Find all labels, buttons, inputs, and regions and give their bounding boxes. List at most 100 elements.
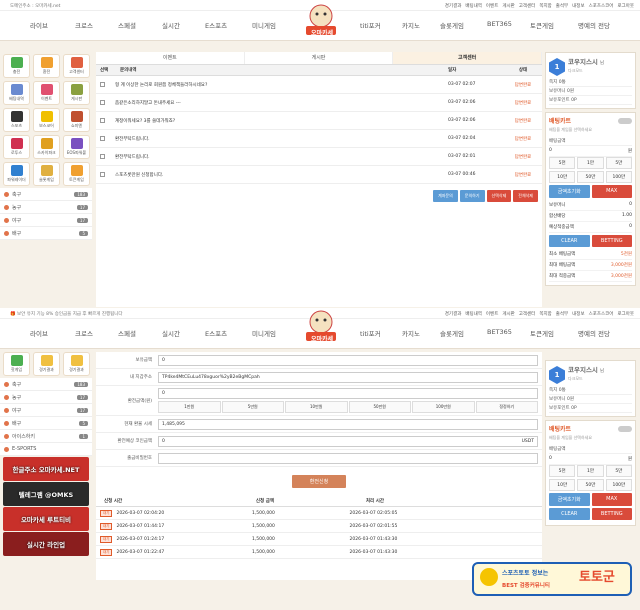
grid-item-9[interactable]: 로투스	[3, 135, 30, 159]
top-link[interactable]: 쪽지함	[539, 3, 551, 9]
sport-item[interactable]: 배구 5	[0, 417, 92, 430]
tab-1[interactable]: 게시판	[245, 52, 394, 64]
nav-item[interactable]: 카지노	[402, 20, 420, 30]
row-checkbox[interactable]	[100, 136, 105, 141]
clear-button[interactable]: CLEAR	[549, 508, 590, 520]
quick-amount-button[interactable]: 1만	[577, 157, 604, 169]
sport-item[interactable]: 야구 17	[0, 404, 92, 417]
row-checkbox[interactable]	[100, 118, 105, 123]
top-link[interactable]: 경기결과	[445, 3, 462, 9]
grid-item-11[interactable]: EOS파워볼	[63, 135, 90, 159]
top-link[interactable]: 쪽지함	[539, 311, 551, 317]
form-input[interactable]: 0 USDT	[158, 435, 538, 447]
top-link[interactable]: 경기결과	[445, 311, 462, 317]
top-link[interactable]: 배팅내역	[465, 311, 482, 317]
quick-amount-button[interactable]: 5만	[605, 465, 632, 477]
top-link[interactable]: 내정보	[572, 311, 584, 317]
sport-item[interactable]: 축구 183	[0, 188, 92, 201]
grid-item-6[interactable]: 스포츠	[3, 108, 30, 132]
row-checkbox[interactable]	[100, 154, 105, 159]
form-input[interactable]: TP4ke4MtCEuLu478xguor%2yB2eBgMCpah	[158, 371, 538, 383]
form-input[interactable]	[158, 452, 538, 464]
clear-button[interactable]: CLEAR	[549, 235, 590, 247]
nav-item[interactable]: 크로스	[75, 328, 93, 338]
sport-item[interactable]: E-SPORTS	[0, 443, 92, 456]
nav-item[interactable]: 스페셜	[118, 328, 136, 338]
row-checkbox[interactable]	[100, 100, 105, 105]
top-link[interactable]: 고객센터	[519, 3, 536, 9]
slip-toggle[interactable]	[618, 117, 632, 124]
nav-item[interactable]: 토큰게임	[530, 328, 554, 338]
row-checkbox[interactable]	[100, 172, 105, 177]
withdraw-quick-button[interactable]: 50만원	[348, 401, 411, 413]
grid-item-3[interactable]: 배팅내역	[3, 81, 30, 105]
user-notes[interactable]: 쪽지 0통	[549, 386, 632, 395]
grid-item-7[interactable]: 보스코어	[33, 108, 60, 132]
board-button-2[interactable]: 선택삭제	[486, 190, 512, 202]
row-title[interactable]: 환전부탁드립니다.	[115, 154, 448, 160]
user-point[interactable]: 보유포인트 0P	[549, 96, 632, 105]
quick-amount-button[interactable]: 5천	[549, 465, 576, 477]
top-link[interactable]: 스포츠스코어	[589, 3, 614, 9]
sport-item[interactable]: 배구 5	[0, 227, 92, 240]
grid-item-8[interactable]: 쇼미엔	[63, 108, 90, 132]
banner-3[interactable]: 실시간 라인업	[3, 532, 89, 556]
grid-item-12[interactable]: 파워레이더	[3, 162, 30, 186]
board-button-0[interactable]: 계좌문의	[433, 190, 458, 202]
reset-button[interactable]: 금액초기화	[549, 493, 590, 506]
sport-item[interactable]: 축구 183	[0, 378, 92, 391]
sport-item[interactable]: 야구 17	[0, 214, 92, 227]
nav-item[interactable]: E스포츠	[205, 328, 227, 338]
top-link[interactable]: 게시판	[502, 3, 514, 9]
top-link[interactable]: 이벤트	[486, 3, 498, 9]
nav-item[interactable]: 미니게임	[252, 328, 276, 338]
grid-item-result-2[interactable]: 경기결과	[63, 352, 90, 376]
nav-item[interactable]: titi포커	[360, 20, 381, 30]
grid-item-result[interactable]: 경기결과	[33, 352, 60, 376]
slip-toggle[interactable]	[618, 425, 632, 432]
logo-2[interactable]: 오마카세	[298, 306, 344, 343]
quick-amount-button[interactable]: 5천	[549, 157, 576, 169]
nav-item[interactable]: titi포커	[360, 328, 381, 338]
form-input[interactable]: 0	[158, 388, 538, 399]
betting-button[interactable]: BETTING	[591, 235, 632, 247]
quick-amount-button[interactable]: 10만	[549, 171, 576, 183]
withdraw-submit-button[interactable]: 환전신청	[291, 475, 347, 488]
top-link[interactable]: 스포츠스코어	[589, 311, 614, 317]
withdraw-quick-button[interactable]: 1만원	[158, 401, 221, 413]
board-row[interactable]: 환전부탁드립니다. 03-07 02:01 답변완료	[96, 148, 542, 166]
tab-2[interactable]: 고객센터	[393, 52, 543, 64]
banner-1[interactable]: 텔레그램 @OMKS	[3, 482, 89, 506]
row-title[interactable]: 계정이뭐세요? 3를 쓸데가뭐죠?	[115, 118, 448, 124]
nav-item[interactable]: 카지노	[402, 328, 420, 338]
nav-item[interactable]: 미니게임	[252, 20, 276, 30]
nav-item[interactable]: 명예의 전당	[578, 20, 610, 30]
board-button-3[interactable]: 전체삭제	[513, 190, 538, 202]
top-link[interactable]: 로그아웃	[617, 311, 634, 317]
sport-item[interactable]: 농구 17	[0, 391, 92, 404]
withdraw-quick-button[interactable]: 정정하기	[475, 401, 538, 413]
grid-item-10[interactable]: 스카이파크	[33, 135, 60, 159]
grid-item-1[interactable]: 환전	[33, 54, 60, 78]
quick-amount-button[interactable]: 100만	[605, 479, 632, 491]
grid-item-minigame[interactable]: 핫게임	[3, 352, 30, 376]
withdraw-quick-button[interactable]: 5만원	[221, 401, 284, 413]
sport-item[interactable]: 아이스하키 1	[0, 430, 92, 443]
board-button-1[interactable]: 문의하기	[459, 190, 485, 202]
nav-item[interactable]: E스포츠	[205, 20, 227, 30]
quick-amount-button[interactable]: 50만	[577, 479, 604, 491]
top-link[interactable]: 게시판	[502, 311, 514, 317]
user-notes[interactable]: 쪽지 0통	[549, 78, 632, 87]
top-link[interactable]: 배팅내역	[465, 3, 482, 9]
top-link[interactable]: 출석부	[556, 311, 568, 317]
nav-item[interactable]: 실시간	[162, 20, 180, 30]
user-money[interactable]: 보유머니 0원	[549, 87, 632, 96]
top-link[interactable]: 이벤트	[486, 311, 498, 317]
nav-item[interactable]: 크로스	[75, 20, 93, 30]
withdraw-quick-button[interactable]: 10만원	[285, 401, 348, 413]
nav-item[interactable]: 토큰게임	[530, 20, 554, 30]
quick-amount-button[interactable]: 100만	[605, 171, 632, 183]
grid-item-0[interactable]: 충전	[3, 54, 30, 78]
tab-0[interactable]: 이벤트	[96, 52, 245, 64]
quick-amount-button[interactable]: 10만	[549, 479, 576, 491]
